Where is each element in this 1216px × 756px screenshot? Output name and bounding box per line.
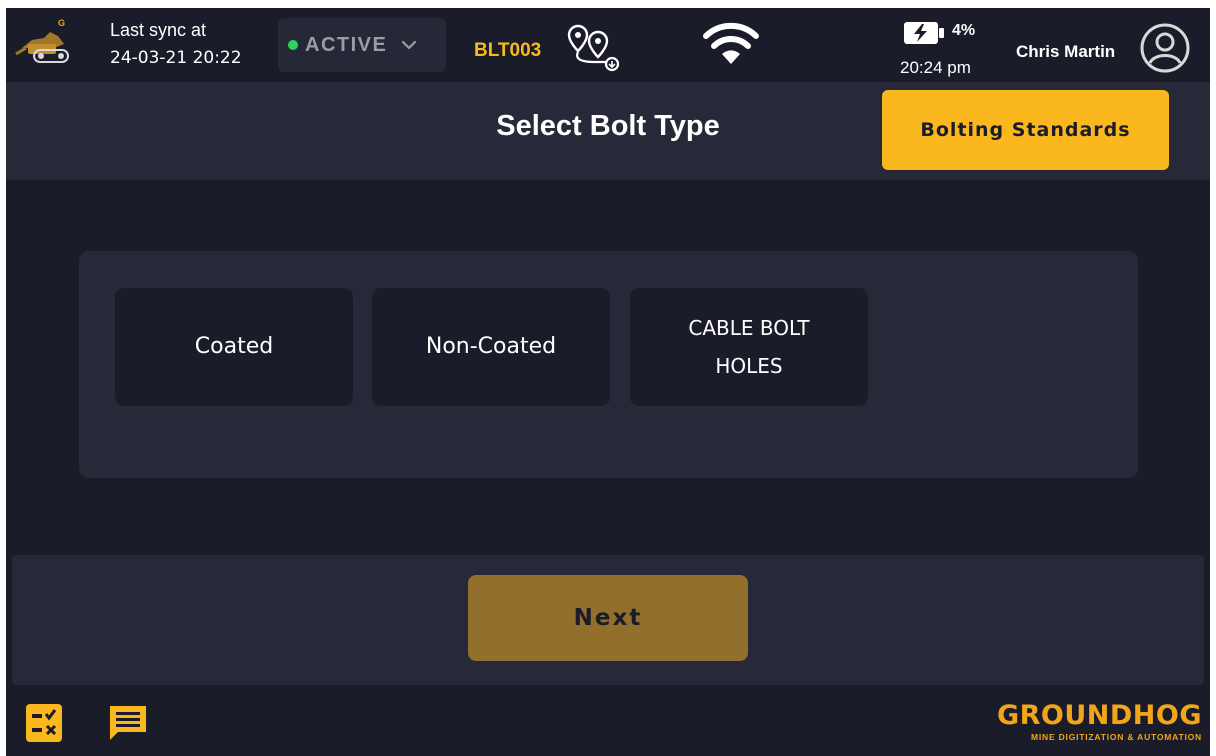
clock: 20:24 pm bbox=[900, 58, 971, 77]
svg-text:G: G bbox=[58, 18, 65, 28]
route-pins-icon[interactable] bbox=[564, 22, 624, 74]
chevron-down-icon bbox=[402, 40, 417, 50]
bolting-standards-button[interactable]: Bolting Standards bbox=[882, 90, 1169, 170]
bolt-type-non-coated-button[interactable]: Non-Coated bbox=[372, 288, 610, 406]
machine-logo-icon: G bbox=[15, 18, 69, 63]
asset-code: BLT003 bbox=[474, 40, 542, 61]
bolt-type-cable-bolt-holes-button[interactable]: CABLE BOLT HOLES bbox=[630, 288, 868, 406]
status-text: ACTIVE bbox=[305, 33, 388, 56]
bolt-type-panel: Coated Non-Coated CABLE BOLT HOLES bbox=[79, 251, 1138, 478]
last-sync-time: 24-03-21 20:22 bbox=[110, 48, 242, 68]
brand-name: GROUNDHOG bbox=[996, 700, 1202, 731]
page-header: Select Bolt Type Bolting Standards bbox=[6, 82, 1210, 180]
bolt-type-coated-button[interactable]: Coated bbox=[115, 288, 353, 406]
status-dot bbox=[288, 40, 298, 50]
user-avatar-icon[interactable] bbox=[1139, 22, 1191, 74]
wifi-icon bbox=[703, 22, 759, 64]
bottom-nav: GROUNDHOG MINE DIGITIZATION & AUTOMATION bbox=[6, 686, 1210, 756]
last-sync-label: Last sync at bbox=[110, 20, 207, 40]
brand-logo: GROUNDHOG MINE DIGITIZATION & AUTOMATION bbox=[996, 700, 1202, 743]
brand-tagline: MINE DIGITIZATION & AUTOMATION bbox=[1030, 732, 1202, 742]
status-dropdown[interactable]: ACTIVE bbox=[278, 18, 446, 72]
app-frame: G Last sync at 24-03-21 20:22 ACTIVE BLT… bbox=[6, 8, 1210, 756]
battery-percent: 4% bbox=[952, 22, 976, 39]
message-icon[interactable] bbox=[106, 702, 150, 746]
status-bar: G Last sync at 24-03-21 20:22 ACTIVE BLT… bbox=[6, 8, 1210, 82]
action-bar: Next bbox=[12, 555, 1204, 685]
next-button[interactable]: Next bbox=[468, 575, 748, 661]
battery-charging-icon bbox=[904, 22, 944, 44]
checklist-icon[interactable] bbox=[22, 702, 66, 746]
user-name[interactable]: Chris Martin bbox=[1016, 42, 1115, 62]
